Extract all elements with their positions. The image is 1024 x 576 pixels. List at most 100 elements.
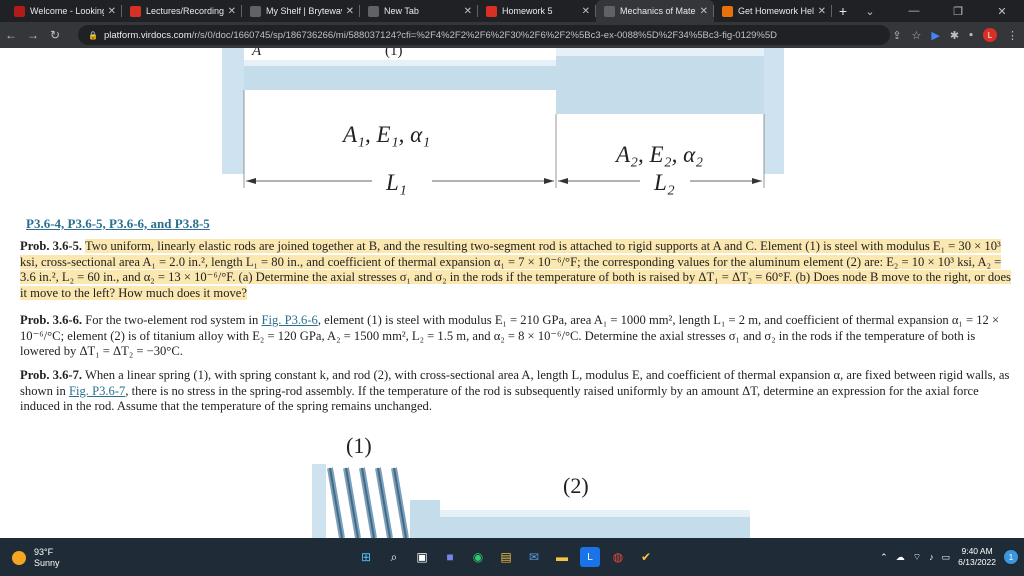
left-wall xyxy=(222,48,244,174)
lookingglass-icon xyxy=(14,5,25,17)
tab-label: Mechanics of Materia xyxy=(620,6,696,16)
restore-button[interactable]: ❐ xyxy=(936,5,980,18)
sun-icon xyxy=(12,551,26,565)
problem-text-post: , there is no stress in the spring-rod a… xyxy=(20,383,979,414)
chegg-icon xyxy=(722,5,733,17)
app-l-icon[interactable]: L xyxy=(580,547,600,567)
clock-time: 9:40 AM xyxy=(961,546,993,556)
tab-label: Lectures/Recordings xyxy=(146,6,224,16)
spring-end-plate xyxy=(410,500,440,538)
document-viewer: A (1) A₁, E₁, α₁ A₂, E₂, α₂ L₁ L₂ (1) (2… xyxy=(0,48,1024,538)
chat-icon[interactable]: ■ xyxy=(440,547,460,567)
wifi-icon[interactable]: ⌔ xyxy=(913,552,921,563)
lock-icon: 🔒 xyxy=(88,30,98,40)
related-problems-link[interactable]: P3.6-4, P3.6-5, P3.6-6, and P3.8-5 xyxy=(26,216,210,232)
problem-3-6-5: Prob. 3.6-5. Two uniform, linearly elast… xyxy=(20,239,1016,301)
tab-search-icon[interactable]: ⌄ xyxy=(848,5,892,18)
cloud-icon[interactable]: ☁ xyxy=(896,552,905,563)
figure-link-p3-6-6[interactable]: Fig. P3.6-6 xyxy=(262,313,318,327)
store-icon[interactable]: ▤ xyxy=(496,547,516,567)
windows-start-icon[interactable]: ⊞ xyxy=(356,547,376,567)
address-bar-row: ← → ↻ 🔒 platform.virdocs.com /r/s/0/doc/… xyxy=(0,22,1024,48)
puzzle-extension-icon[interactable]: ✱ xyxy=(950,29,959,42)
url-path: /r/s/0/doc/1660745/sp/186736266/mi/58803… xyxy=(191,29,778,41)
mail-icon[interactable]: ✉ xyxy=(524,547,544,567)
tray-chevron-icon[interactable]: ⌃ xyxy=(880,552,888,563)
problem-3-6-6: Prob. 3.6-6. For the two-element rod sys… xyxy=(20,313,1016,360)
clock-date: 6/13/2022 xyxy=(958,557,996,567)
sidepanel-icon[interactable]: ▪ xyxy=(969,29,973,41)
norton-icon[interactable]: ✔ xyxy=(636,547,656,567)
taskbar: 93°F Sunny ⊞ ⌕ ▣ ■ ◉ ▤ ✉ ▬ L ◍ ✔ ⌃ ☁ ⌔ ♪… xyxy=(0,538,1024,576)
document-icon xyxy=(604,5,615,17)
length-1-label: L₁ xyxy=(385,170,407,195)
tab-5[interactable]: Homework 5 ✕ xyxy=(478,0,596,22)
tab-4[interactable]: New Tab ✕ xyxy=(360,0,478,22)
forward-button[interactable]: → xyxy=(22,28,44,42)
tab-close-icon[interactable]: ✕ xyxy=(228,6,236,17)
file-explorer-icon[interactable]: ▬ xyxy=(552,547,572,567)
highlighted-problem-text: Two uniform, linearly elastic rods are j… xyxy=(20,239,1011,300)
gear-icon xyxy=(486,5,497,17)
reload-button[interactable]: ↻ xyxy=(44,28,66,42)
problem-3-6-7: Prob. 3.6-7. When a linear spring (1), w… xyxy=(20,368,1016,415)
tab-close-icon[interactable]: ✕ xyxy=(464,6,472,17)
figure-link-p3-6-7[interactable]: Fig. P3.6-7 xyxy=(69,384,125,398)
bottom-left-wall xyxy=(312,464,326,538)
tab-1[interactable]: Welcome - LookingGl ✕ xyxy=(6,0,122,22)
omnibox[interactable]: 🔒 platform.virdocs.com /r/s/0/doc/166074… xyxy=(78,25,890,45)
tab-close-icon[interactable]: ✕ xyxy=(346,6,354,17)
rod-label: (2) xyxy=(563,473,589,498)
problem-heading: Prob. 3.6-6. xyxy=(20,313,83,327)
taskbar-apps: ⊞ ⌕ ▣ ■ ◉ ▤ ✉ ▬ L ◍ ✔ xyxy=(356,547,656,567)
tab-label: New Tab xyxy=(384,6,419,16)
problem-text-pre: For the two-element rod system in xyxy=(85,313,259,327)
chrome-icon[interactable]: ◍ xyxy=(608,547,628,567)
tab-7[interactable]: Get Homework Help ✕ xyxy=(714,0,832,22)
menu-icon[interactable]: ⋮ xyxy=(1007,29,1018,42)
minimize-button[interactable]: — xyxy=(892,5,936,17)
volume-icon[interactable]: ♪ xyxy=(929,552,934,562)
tab-close-icon[interactable]: ✕ xyxy=(700,6,708,17)
edge-icon[interactable]: ◉ xyxy=(468,547,488,567)
close-window-button[interactable]: ✕ xyxy=(980,5,1024,18)
weather-widget[interactable]: 93°F Sunny xyxy=(12,547,60,569)
notification-badge[interactable]: 1 xyxy=(1004,550,1018,564)
back-button[interactable]: ← xyxy=(0,28,22,42)
tab-label: Get Homework Help xyxy=(738,6,814,16)
rod-1-properties: A₁, E₁, α₁ xyxy=(341,122,430,147)
rod-2-properties: A₂, E₂, α₂ xyxy=(614,142,703,167)
tab-label: Homework 5 xyxy=(502,6,553,16)
weather-condition: Sunny xyxy=(34,558,60,568)
problem-heading: Prob. 3.6-7. xyxy=(20,368,83,382)
partial-label-a: A xyxy=(251,48,262,59)
partial-label-1: (1) xyxy=(385,48,403,59)
tab-2[interactable]: Lectures/Recordings ✕ xyxy=(122,0,242,22)
temperature: 93°F xyxy=(34,547,54,557)
document-icon xyxy=(250,5,261,17)
search-icon[interactable]: ⌕ xyxy=(384,547,404,567)
tab-close-icon[interactable]: ✕ xyxy=(818,6,826,17)
tab-6[interactable]: Mechanics of Materia ✕ xyxy=(596,0,714,22)
spring-label: (1) xyxy=(346,433,372,458)
problem-heading: Prob. 3.6-5. xyxy=(20,239,83,253)
extension-icons: ⇪ ☆ ▶ ✱ ▪ L ⋮ xyxy=(892,22,1018,48)
right-wall xyxy=(764,48,784,174)
gear-icon xyxy=(130,5,141,17)
rod-2 xyxy=(556,48,764,114)
profile-avatar[interactable]: L xyxy=(983,28,997,42)
task-view-icon[interactable]: ▣ xyxy=(412,547,432,567)
tab-label: My Shelf | Brytewave xyxy=(266,6,342,16)
window-controls: ⌄ — ❐ ✕ xyxy=(848,0,1024,22)
battery-icon[interactable]: ▭ xyxy=(942,552,951,563)
tab-close-icon[interactable]: ✕ xyxy=(108,6,116,17)
clock[interactable]: 9:40 AM 6/13/2022 xyxy=(958,546,996,568)
system-tray: ⌃ ☁ ⌔ ♪ ▭ 9:40 AM 6/13/2022 1 xyxy=(880,546,1018,568)
play-extension-icon[interactable]: ▶ xyxy=(931,29,939,42)
url-host: platform.virdocs.com xyxy=(103,29,192,41)
share-icon[interactable]: ⇪ xyxy=(892,29,901,42)
tab-strip: Welcome - LookingGl ✕ Lectures/Recordings ✕… xyxy=(0,0,1024,22)
tab-3[interactable]: My Shelf | Brytewave ✕ xyxy=(242,0,360,22)
tab-close-icon[interactable]: ✕ xyxy=(582,6,590,17)
bookmark-star-icon[interactable]: ☆ xyxy=(912,29,922,42)
